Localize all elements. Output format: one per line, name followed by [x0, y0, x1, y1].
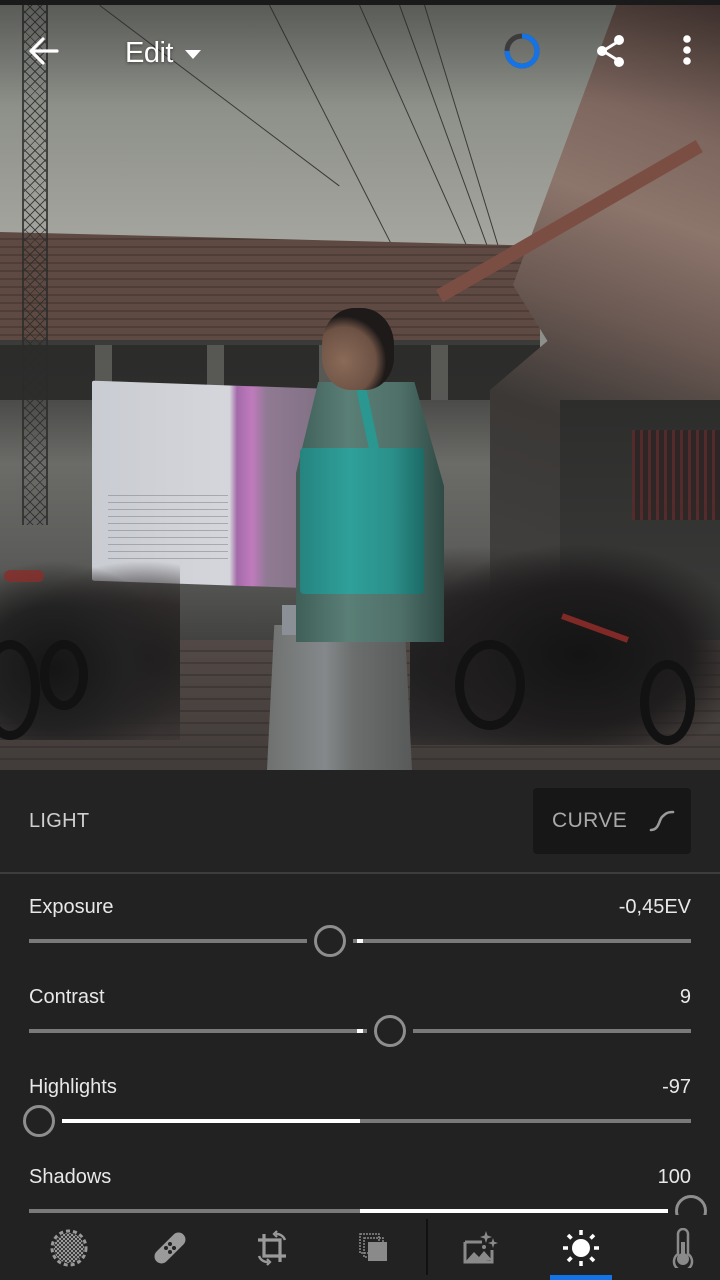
photo-wheel	[640, 660, 695, 745]
light-panel: LIGHT CURVE Exposure -0,45EV Contrast 9 High…	[0, 770, 720, 1227]
crop-icon	[257, 1229, 287, 1266]
tool-light[interactable]	[536, 1215, 626, 1280]
share-icon	[597, 35, 624, 67]
photo-motorbike-detail	[4, 570, 44, 582]
slider-label: Exposure	[29, 896, 114, 918]
slider-value[interactable]: 9	[680, 986, 691, 1009]
photo-canvas[interactable]	[0, 0, 720, 770]
tool-crop[interactable]	[227, 1215, 317, 1280]
slider-track[interactable]	[29, 1195, 714, 1227]
bottom-toolbar	[0, 1215, 720, 1280]
slider-label: Contrast	[29, 986, 105, 1008]
slider-fill	[360, 1209, 691, 1213]
curve-button[interactable]: CURVE	[533, 788, 691, 854]
slider-label: Shadows	[29, 1166, 112, 1188]
slider-center-mark	[357, 939, 363, 943]
tool-color[interactable]	[638, 1215, 720, 1280]
mode-dropdown[interactable]: Edit	[125, 33, 201, 73]
tool-presets[interactable]	[329, 1215, 419, 1280]
slider-exposure: Exposure -0,45EV	[0, 882, 720, 972]
mode-label: Edit	[125, 36, 173, 69]
sync-progress-indicator[interactable]	[498, 27, 546, 75]
thermometer-icon	[672, 1227, 694, 1268]
back-button[interactable]	[18, 25, 70, 77]
section-header: LIGHT CURVE	[0, 770, 720, 872]
slider-thumb[interactable]	[22, 1105, 55, 1137]
slider-label: Highlights	[29, 1076, 117, 1098]
caret-down-icon	[184, 49, 201, 59]
active-tool-indicator	[550, 1275, 612, 1280]
curve-button-label: CURVE	[552, 809, 628, 832]
section-title: LIGHT	[29, 810, 90, 832]
slider-value[interactable]: -97	[662, 1076, 691, 1099]
bandage-icon	[154, 1232, 186, 1263]
slider-highlights: Highlights -97	[0, 1062, 720, 1152]
tool-healing[interactable]	[125, 1215, 215, 1280]
slider-value[interactable]: 100	[658, 1166, 691, 1189]
arrow-left-icon	[29, 37, 59, 65]
slider-fill	[38, 1119, 360, 1123]
share-button[interactable]	[588, 27, 634, 75]
photo-bag	[300, 448, 424, 594]
more-options-button[interactable]	[666, 27, 708, 75]
progress-ring-icon	[504, 33, 540, 69]
slider-track[interactable]	[29, 925, 691, 957]
more-vertical-icon	[683, 35, 691, 65]
photo-person-head	[322, 308, 394, 390]
photo-banner-text	[108, 495, 228, 565]
slider-track[interactable]	[15, 1105, 691, 1137]
top-bar: Edit	[0, 5, 720, 100]
photo-vent	[632, 430, 720, 520]
slider-track[interactable]	[29, 1015, 691, 1047]
section-divider	[0, 872, 720, 874]
photo-wheel	[455, 640, 525, 730]
photo-wheel	[40, 640, 88, 710]
tool-selective[interactable]	[24, 1215, 114, 1280]
light-sun-icon	[563, 1229, 599, 1266]
toolbar-divider	[426, 1219, 428, 1275]
slider-value[interactable]: -0,45EV	[619, 896, 691, 919]
presets-icon	[359, 1232, 387, 1261]
slider-center-mark	[357, 1029, 363, 1033]
slider-thumb[interactable]	[314, 925, 347, 957]
curve-icon	[649, 810, 675, 832]
selective-brush-icon	[50, 1229, 88, 1266]
auto-enhance-icon	[463, 1230, 498, 1263]
slider-contrast: Contrast 9	[0, 972, 720, 1062]
slider-thumb[interactable]	[373, 1015, 406, 1047]
photo-person-pants	[267, 625, 412, 770]
tool-auto[interactable]	[435, 1215, 525, 1280]
